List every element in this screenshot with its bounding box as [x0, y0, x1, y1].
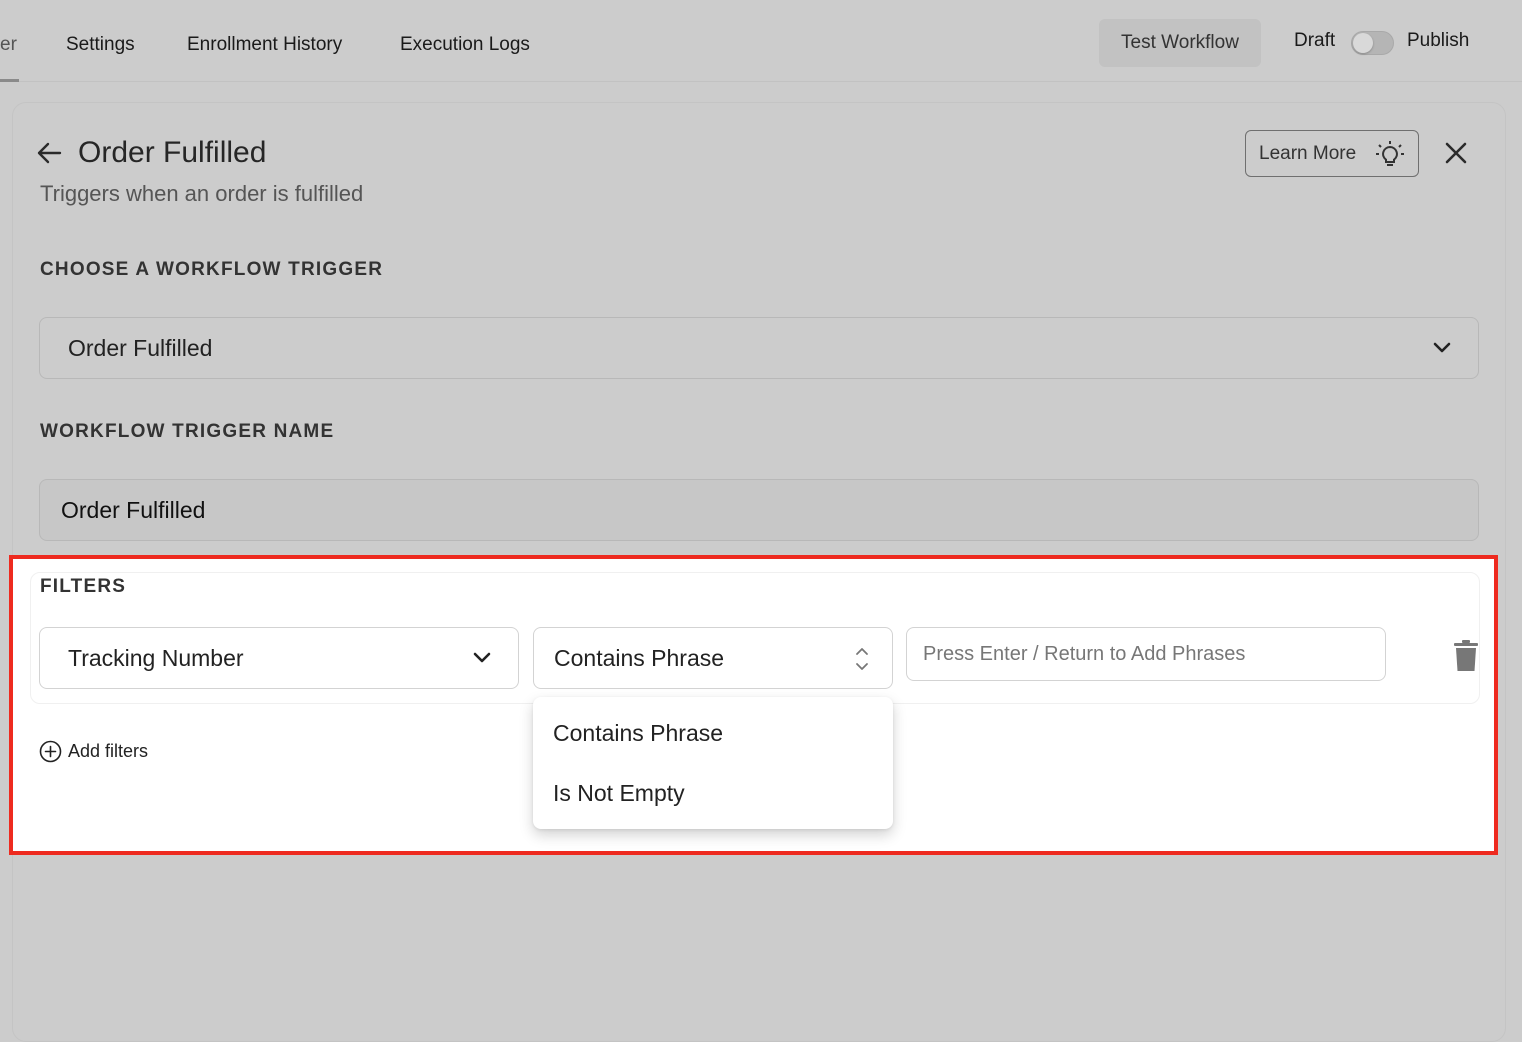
chevron-down-icon — [473, 652, 491, 663]
operator-dropdown-menu: Contains Phrase Is Not Empty — [533, 697, 893, 829]
draft-label: Draft — [1294, 30, 1336, 51]
workflow-trigger-name-input[interactable]: Order Fulfilled — [39, 479, 1479, 541]
add-filters-button[interactable]: Add filters — [39, 739, 148, 763]
learn-more-label: Learn More — [1259, 142, 1357, 164]
test-workflow-button[interactable]: Test Workflow — [1099, 19, 1261, 67]
filter-field-value: Tracking Number — [68, 644, 244, 671]
workflow-trigger-value: Order Fulfilled — [68, 334, 213, 361]
trigger-name-section-label: WORKFLOW TRIGGER NAME — [40, 421, 335, 442]
filters-label: FILTERS — [40, 576, 127, 597]
lightbulb-icon — [1376, 141, 1404, 166]
tab-settings[interactable]: Settings — [66, 34, 135, 56]
close-icon[interactable] — [1442, 139, 1470, 167]
filter-operator-select[interactable]: Contains Phrase — [533, 627, 893, 689]
trigger-section-label: CHOOSE A WORKFLOW TRIGGER — [40, 259, 384, 280]
toggle-knob — [1353, 33, 1373, 53]
add-filters-label: Add filters — [68, 740, 149, 761]
tab-execution-logs[interactable]: Execution Logs — [400, 34, 530, 56]
up-down-chevron-icon — [856, 648, 868, 670]
back-arrow-icon[interactable] — [36, 140, 62, 166]
panel-title: Order Fulfilled — [78, 136, 267, 169]
trigger-name-value: Order Fulfilled — [61, 496, 206, 523]
phrase-input-placeholder: Press Enter / Return to Add Phrases — [923, 642, 1246, 665]
publish-toggle[interactable] — [1351, 31, 1394, 55]
filter-field-select[interactable]: Tracking Number — [39, 627, 519, 689]
top-nav-bar: er Settings Enrollment History Execution… — [0, 0, 1522, 82]
workflow-trigger-select[interactable]: Order Fulfilled — [39, 317, 1479, 379]
tab-builder[interactable]: er — [0, 34, 17, 56]
filter-operator-value: Contains Phrase — [554, 644, 725, 671]
trash-icon[interactable] — [1452, 640, 1480, 672]
chevron-down-icon — [1433, 342, 1451, 353]
publish-label: Publish — [1407, 30, 1470, 51]
plus-circle-icon — [39, 740, 62, 762]
phrase-input[interactable]: Press Enter / Return to Add Phrases — [906, 627, 1386, 681]
tab-enrollment-history[interactable]: Enrollment History — [187, 34, 342, 56]
active-tab-indicator — [0, 79, 19, 82]
panel-subtitle: Triggers when an order is fulfilled — [40, 181, 364, 206]
dropdown-option-is-not-empty[interactable]: Is Not Empty — [533, 765, 893, 821]
dropdown-option-contains-phrase[interactable]: Contains Phrase — [533, 705, 893, 761]
learn-more-button[interactable]: Learn More — [1245, 130, 1419, 177]
